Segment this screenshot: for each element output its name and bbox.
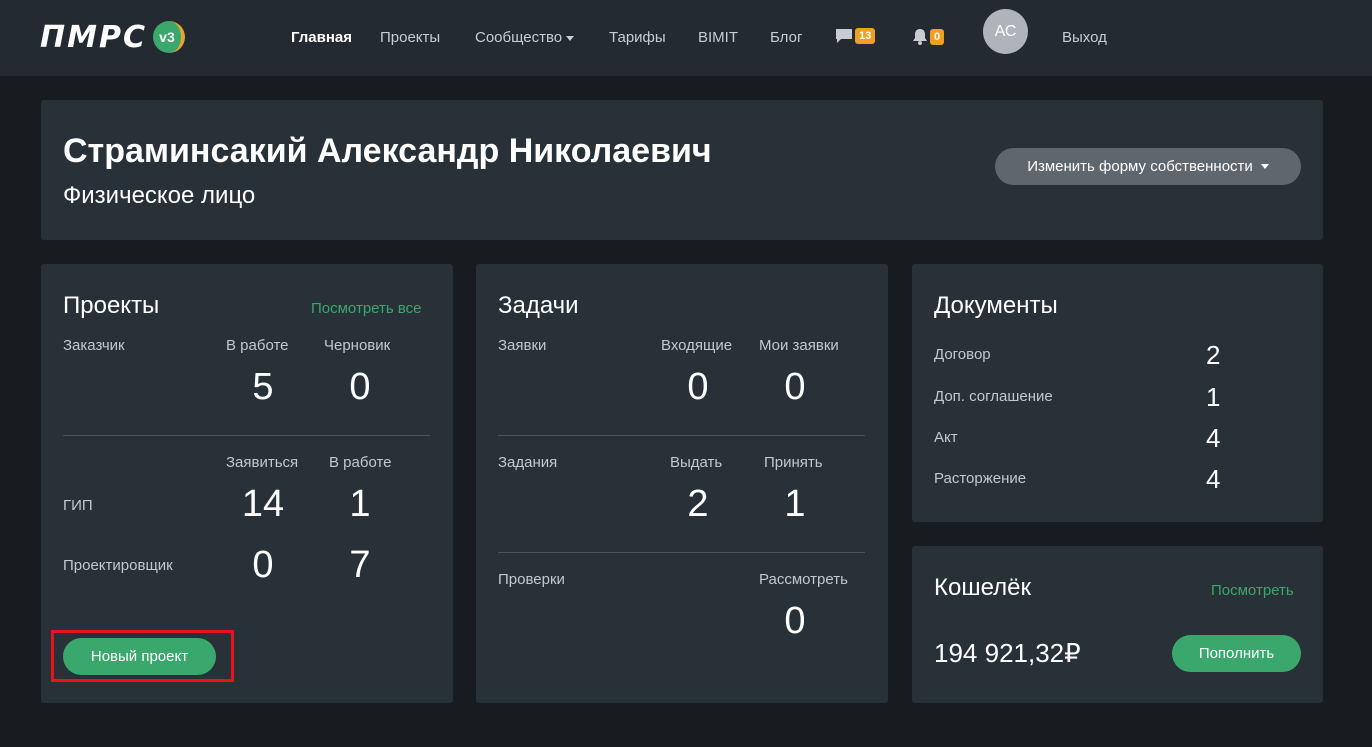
doc-supplement-label: Доп. соглашение xyxy=(934,388,1053,405)
my-requests-count[interactable]: 0 xyxy=(765,366,825,409)
col-review: Рассмотреть xyxy=(759,571,848,588)
designer-label: Проектировщик xyxy=(63,557,173,574)
projects-view-all-link[interactable]: Посмотреть все xyxy=(311,300,422,317)
col-in-work: В работе xyxy=(226,337,289,354)
assignments-label: Задания xyxy=(498,454,558,471)
col-issue: Выдать xyxy=(670,454,723,471)
chat-icon xyxy=(836,29,852,43)
divider xyxy=(63,435,430,436)
profile-type: Физическое лицо xyxy=(63,182,256,209)
col-apply: Заявиться xyxy=(226,454,299,471)
doc-act-label: Акт xyxy=(934,429,958,446)
doc-termination-label: Расторжение xyxy=(934,470,1027,487)
wallet-view-link[interactable]: Посмотреть xyxy=(1211,582,1294,599)
chevron-down-icon xyxy=(566,35,575,41)
logout-link[interactable]: Выход xyxy=(1062,28,1107,48)
highlight-box xyxy=(51,630,234,682)
chevron-down-icon xyxy=(1260,164,1269,169)
doc-act-count[interactable]: 4 xyxy=(1206,423,1220,454)
doc-contract-count[interactable]: 2 xyxy=(1206,340,1220,371)
profile-card: Страминсакий Александр Николаевич Физиче… xyxy=(41,100,1323,240)
bell-icon xyxy=(913,29,927,45)
top-navbar: ПМРС v3 Главная Проекты Сообщество Тариф… xyxy=(0,0,1372,76)
nav-item-projects[interactable]: Проекты xyxy=(380,28,440,48)
logo-version-badge: v3 xyxy=(152,21,185,53)
change-ownership-button[interactable]: Изменить форму собственности xyxy=(995,148,1301,185)
nav-item-bimit[interactable]: BIMIT xyxy=(698,28,738,48)
nav-item-tariffs[interactable]: Тарифы xyxy=(609,28,666,48)
designer-apply-count[interactable]: 0 xyxy=(233,544,293,587)
review-count[interactable]: 0 xyxy=(765,600,825,643)
checks-label: Проверки xyxy=(498,571,565,588)
change-ownership-label: Изменить форму собственности xyxy=(1027,158,1253,175)
accept-count[interactable]: 1 xyxy=(765,483,825,526)
col-accept: Принять xyxy=(764,454,823,471)
wallet-card: Кошелёк Посмотреть 194 921,32₽ Пополнить xyxy=(912,546,1323,703)
tasks-title: Задачи xyxy=(498,292,579,319)
notifications-button[interactable]: 0 xyxy=(912,28,945,45)
col-my-requests: Мои заявки xyxy=(759,337,839,354)
col-in-work-2: В работе xyxy=(329,454,392,471)
designer-in-work-count[interactable]: 7 xyxy=(330,544,390,587)
nav-item-community[interactable]: Сообщество xyxy=(475,28,575,48)
top-up-button[interactable]: Пополнить xyxy=(1172,635,1301,672)
projects-card: Проекты Посмотреть все Заказчик В работе… xyxy=(41,264,453,703)
documents-card: Документы Договор 2 Доп. соглашение 1 Ак… xyxy=(912,264,1323,522)
wallet-title: Кошелёк xyxy=(934,574,1031,601)
customer-in-work-count[interactable]: 5 xyxy=(233,366,293,409)
gip-in-work-count[interactable]: 1 xyxy=(330,483,390,526)
messages-button[interactable]: 13 xyxy=(835,28,876,44)
messages-badge: 13 xyxy=(855,28,876,44)
customer-label: Заказчик xyxy=(63,337,125,354)
doc-termination-count[interactable]: 4 xyxy=(1206,464,1220,495)
profile-name: Страминсакий Александр Николаевич xyxy=(63,132,712,170)
documents-title: Документы xyxy=(934,292,1058,319)
nav-item-community-label: Сообщество xyxy=(475,29,563,46)
avatar[interactable]: АС xyxy=(983,9,1028,54)
nav-item-blog[interactable]: Блог xyxy=(770,28,802,48)
issue-count[interactable]: 2 xyxy=(668,483,728,526)
col-draft: Черновик xyxy=(324,337,391,354)
gip-label: ГИП xyxy=(63,497,93,514)
gip-apply-count[interactable]: 14 xyxy=(233,483,293,526)
col-incoming: Входящие xyxy=(661,337,733,354)
notifications-badge: 0 xyxy=(930,28,945,45)
divider xyxy=(498,435,865,436)
divider xyxy=(498,552,865,553)
doc-supplement-count[interactable]: 1 xyxy=(1206,382,1220,413)
projects-title: Проекты xyxy=(63,292,160,319)
tasks-card: Задачи Заявки Входящие Мои заявки 0 0 За… xyxy=(476,264,888,703)
logo-text: ПМРС xyxy=(40,19,147,55)
logo[interactable]: ПМРС v3 xyxy=(40,19,185,55)
doc-contract-label: Договор xyxy=(934,346,991,363)
customer-draft-count[interactable]: 0 xyxy=(330,366,390,409)
requests-label: Заявки xyxy=(498,337,547,354)
nav-item-home[interactable]: Главная xyxy=(291,28,352,48)
incoming-count[interactable]: 0 xyxy=(668,366,728,409)
wallet-balance: 194 921,32₽ xyxy=(934,638,1081,668)
